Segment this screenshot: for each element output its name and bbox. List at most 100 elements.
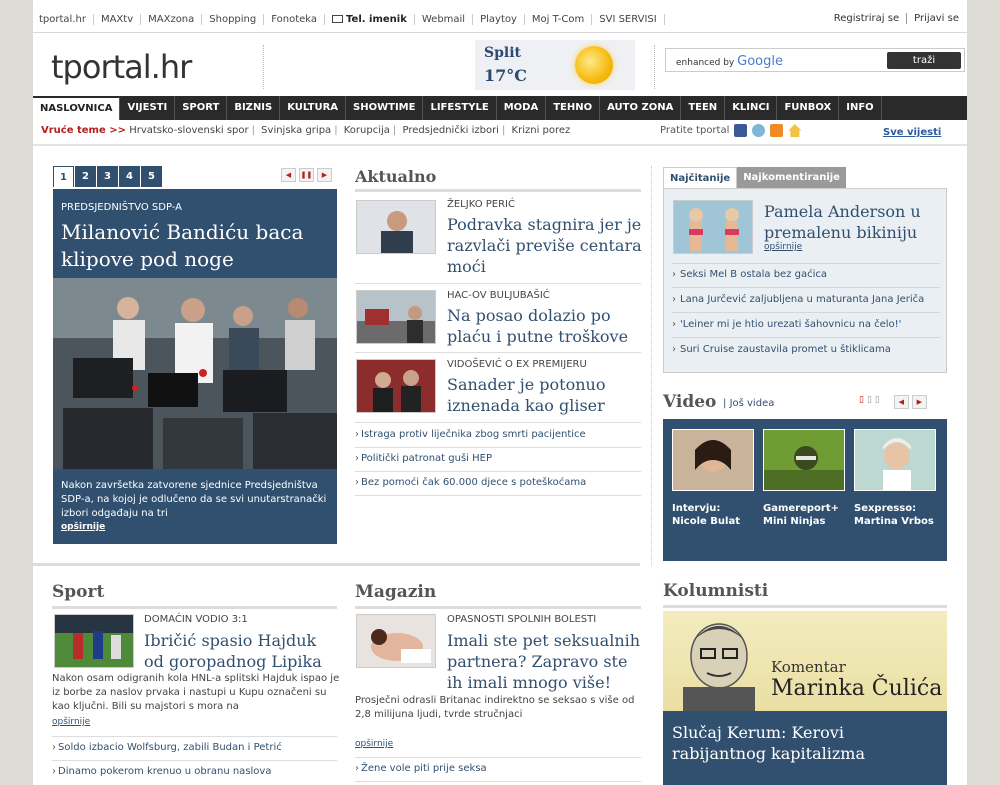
rss-icon[interactable]	[770, 124, 784, 137]
next-icon[interactable]: ▶	[317, 168, 332, 182]
nav-biznis[interactable]: BIZNIS	[227, 96, 281, 120]
aktualno-headline[interactable]: Na posao dolazio po plaću i putne troško…	[447, 305, 643, 347]
magazin-link[interactable]: Žene vole piti prije seksa	[355, 763, 487, 774]
weather-widget[interactable]: Split 17°C	[475, 40, 635, 90]
nav-info[interactable]: INFO	[839, 96, 882, 120]
hot-topic[interactable]: Korupcija	[344, 125, 390, 136]
topbar-link-tportal[interactable]: tportal.hr	[39, 14, 94, 25]
page-icon[interactable]: ▯	[867, 395, 872, 409]
separator: |	[334, 125, 338, 136]
nav-funbox[interactable]: FUNBOX	[777, 96, 840, 120]
nav-klinci[interactable]: KLINCI	[725, 96, 778, 120]
magazin-headline[interactable]: Imali ste pet seksualnih partnera? Zapra…	[447, 630, 643, 693]
featured-tab-2[interactable]: 2	[75, 166, 96, 187]
komentar-label: Komentar	[771, 658, 846, 676]
popular-thumb[interactable]	[673, 200, 753, 254]
aktualno-thumb[interactable]	[356, 290, 436, 344]
pause-icon[interactable]: ❚❚	[299, 168, 314, 182]
magazin-thumb[interactable]	[356, 614, 436, 668]
nav-teen[interactable]: TEEN	[681, 96, 726, 120]
nav-sport[interactable]: SPORT	[175, 96, 228, 120]
nav-showtime[interactable]: SHOWTIME	[346, 96, 424, 120]
aktualno-link[interactable]: Istraga protiv liječnika zbog smrti paci…	[355, 429, 586, 440]
featured-more-link[interactable]: opširnije	[61, 522, 105, 532]
video-thumb[interactable]	[854, 429, 936, 491]
sport-link[interactable]: Dinamo pokerom krenuo u obranu naslova	[52, 766, 271, 777]
site-logo[interactable]: tportal.hr	[51, 48, 192, 86]
featured-photo[interactable]	[53, 278, 337, 469]
nav-naslovnica[interactable]: NASLOVNICA	[33, 96, 121, 120]
nav-vijesti[interactable]: VIJESTI	[120, 96, 176, 120]
search-button[interactable]: traži	[887, 52, 961, 69]
featured-tab-4[interactable]: 4	[119, 166, 140, 187]
weather-city: Split	[484, 45, 522, 61]
messenger-icon[interactable]	[752, 124, 766, 137]
hot-topic[interactable]: Predsjednički izbori	[402, 125, 498, 136]
columnist-box[interactable]: Komentar Marinka Čulića Slučaj Kerum: Ke…	[663, 611, 947, 785]
video-thumb[interactable]	[763, 429, 845, 491]
popular-link[interactable]: Seksi Mel B ostala bez gaćica	[672, 269, 827, 280]
featured-story[interactable]: PREDSJEDNIŠTVO SDP-A Milanović Bandiću b…	[53, 189, 337, 544]
all-news-link[interactable]: Sve vijesti	[883, 127, 941, 138]
popular-more-link[interactable]: opširnije	[764, 242, 802, 252]
sport-thumb[interactable]	[54, 614, 134, 668]
divider	[355, 495, 641, 496]
page-icon[interactable]: ▯	[859, 395, 864, 409]
topbar-link-fonoteka[interactable]: Fonoteka	[264, 14, 326, 25]
aktualno-headline[interactable]: Sanader je potonuo iznenada kao gliser	[447, 374, 643, 416]
nav-tehno[interactable]: TEHNO	[546, 96, 601, 120]
topbar-link-maxzona[interactable]: MAXzona	[141, 14, 203, 25]
more-videos-link[interactable]: | Još videa	[723, 398, 774, 409]
topbar-link-imenik[interactable]: Tel. imenik	[325, 14, 415, 25]
sport-headline[interactable]: Ibričić spasio Hajduk od goropadnog Lipi…	[144, 630, 340, 672]
topbar-link-imenik-label: Tel. imenik	[346, 14, 407, 25]
sport-link[interactable]: Soldo izbacio Wolfsburg, zabili Budan i …	[52, 742, 282, 753]
tab-most-commented[interactable]: Najkomentiranije	[737, 167, 846, 188]
next-icon[interactable]: ▶	[911, 395, 927, 409]
nav-autozona[interactable]: AUTO ZONA	[600, 96, 682, 120]
columnist-headline[interactable]: Slučaj Kerum: Kerovi rabijantnog kapital…	[672, 722, 942, 764]
page-icon[interactable]: ▯	[875, 395, 880, 409]
video-caption[interactable]: Gamereport+ Mini Ninjas	[763, 502, 847, 528]
popular-link[interactable]: Suri Cruise zaustavila promet u štiklica…	[672, 344, 891, 355]
popular-top-title[interactable]: Pamela Anderson u premalenu bikiniju	[764, 201, 939, 243]
featured-tab-1[interactable]: 1	[53, 166, 74, 187]
home-icon[interactable]	[788, 124, 802, 137]
aktualno-thumb[interactable]	[356, 200, 436, 254]
nav-moda[interactable]: MODA	[497, 96, 547, 120]
featured-title[interactable]: Milanović Bandiću baca klipove pod noge	[61, 219, 331, 273]
popular-link[interactable]: Lana Jurčević zaljubljena u maturanta Ja…	[672, 294, 924, 305]
topbar-link-playtoy[interactable]: Playtoy	[473, 14, 525, 25]
google-logo: Google	[737, 54, 783, 69]
magazin-more-link[interactable]: opširnije	[355, 739, 393, 749]
video-caption[interactable]: Intervju: Nicole Bulat	[672, 502, 754, 528]
aktualno-link[interactable]: Bez pomoći čak 60.000 djece s poteškoćam…	[355, 477, 586, 488]
topbar-link-webmail[interactable]: Webmail	[415, 14, 474, 25]
topbar-link-servisi[interactable]: SVI SERVISI	[592, 14, 665, 25]
video-caption[interactable]: Sexpresso: Martina Vrbos	[854, 502, 936, 528]
video-thumb[interactable]	[672, 429, 754, 491]
popular-link[interactable]: 'Leiner mi je htio urezati šahovnicu na …	[672, 319, 901, 330]
tab-most-read[interactable]: Najčitanije	[663, 167, 738, 188]
search-box[interactable]: enhanced by Google traži	[665, 48, 965, 72]
hot-topic[interactable]: Svinjska gripa	[261, 125, 331, 136]
prev-icon[interactable]: ◀	[893, 395, 909, 409]
topbar-link-mojtcom[interactable]: Moj T-Com	[525, 14, 593, 25]
featured-tab-3[interactable]: 3	[97, 166, 118, 187]
aktualno-thumb[interactable]	[356, 359, 436, 413]
aktualno-link[interactable]: Politički patronat guši HEP	[355, 453, 492, 464]
aktualno-headline[interactable]: Podravka stagnira jer je razvlači previš…	[447, 214, 643, 277]
facebook-icon[interactable]	[734, 124, 748, 137]
nav-kultura[interactable]: KULTURA	[280, 96, 347, 120]
hot-topic[interactable]: Hrvatsko-slovenski spor	[129, 125, 248, 136]
prev-icon[interactable]: ◀	[281, 168, 296, 182]
hot-topic[interactable]: Krizni porez	[512, 125, 571, 136]
sport-more-link[interactable]: opširnije	[52, 717, 90, 727]
nav-lifestyle[interactable]: LIFESTYLE	[423, 96, 497, 120]
topbar-link-maxtv[interactable]: MAXtv	[94, 14, 142, 25]
featured-tab-5[interactable]: 5	[141, 166, 162, 187]
register-link[interactable]: Registriraj se	[827, 13, 908, 24]
search-input[interactable]: enhanced by Google	[676, 54, 783, 69]
login-link[interactable]: Prijavi se	[907, 13, 959, 24]
topbar-link-shopping[interactable]: Shopping	[202, 14, 265, 25]
